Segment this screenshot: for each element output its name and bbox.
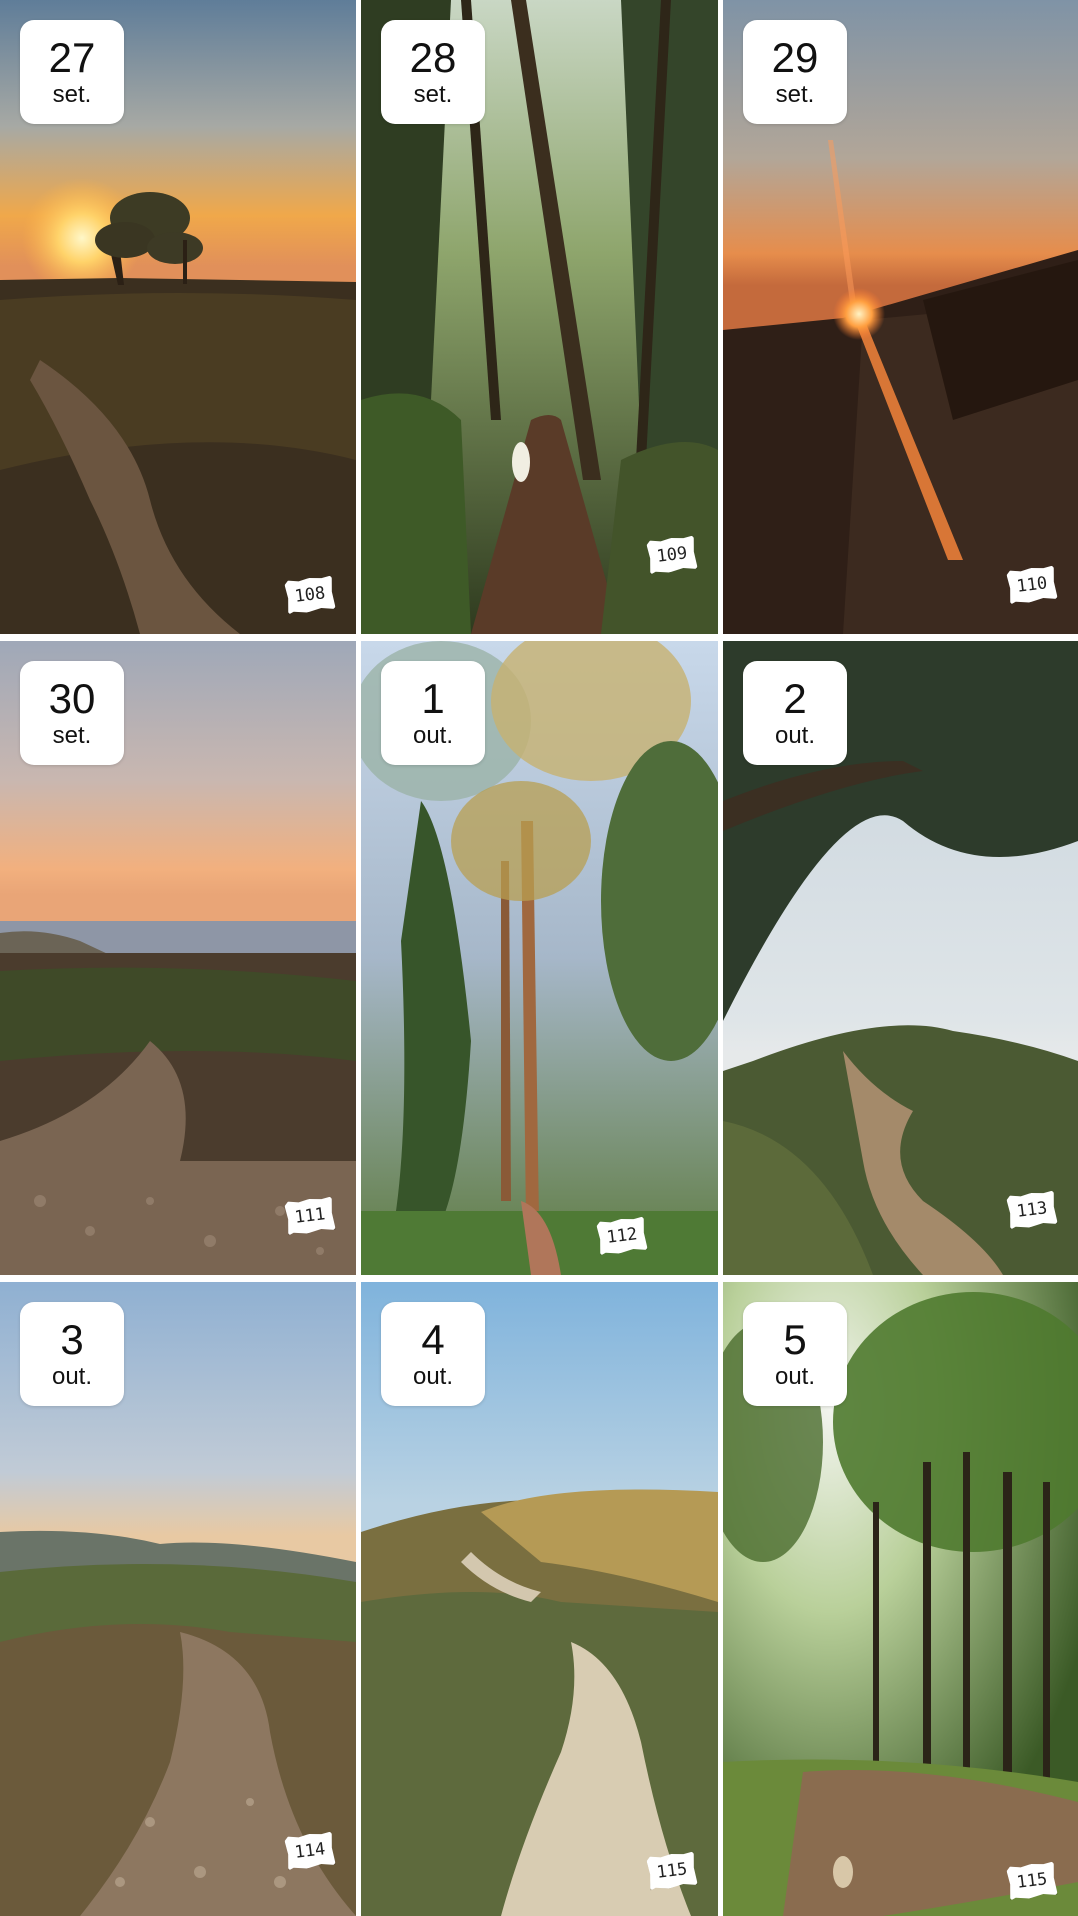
photo-tile[interactable]: 4 out. 115 [361, 1282, 718, 1916]
photo-tile[interactable]: 1 out. 112 [361, 641, 718, 1275]
date-month: set. [775, 81, 815, 108]
date-month: set. [52, 722, 92, 749]
date-day: 29 [771, 34, 819, 81]
date-badge: 28 set. [381, 20, 485, 124]
photo-tile[interactable]: 28 set. 109 [361, 0, 718, 634]
photo-tile[interactable]: 29 set. 110 [723, 0, 1078, 634]
date-month: set. [413, 81, 453, 108]
date-badge: 29 set. [743, 20, 847, 124]
date-badge: 3 out. [20, 1302, 124, 1406]
date-day: 1 [421, 675, 445, 722]
photo-tile[interactable]: 30 set. 111 [0, 641, 356, 1275]
date-day: 5 [783, 1316, 807, 1363]
date-month: out. [412, 722, 454, 749]
photo-tile[interactable]: 5 out. 115 [723, 1282, 1078, 1916]
date-badge: 2 out. [743, 661, 847, 765]
date-badge: 1 out. [381, 661, 485, 765]
photo-tile[interactable]: 2 out. 113 [723, 641, 1078, 1275]
date-badge: 30 set. [20, 661, 124, 765]
date-day: 27 [48, 34, 96, 81]
date-badge: 4 out. [381, 1302, 485, 1406]
date-month: set. [52, 81, 92, 108]
photo-tile[interactable]: 27 set. 108 [0, 0, 356, 634]
date-day: 2 [783, 675, 807, 722]
date-month: out. [51, 1363, 93, 1390]
date-day: 4 [421, 1316, 445, 1363]
date-badge: 5 out. [743, 1302, 847, 1406]
photo-grid: 27 set. 108 28 set. 109 29 set. 110 30 s… [0, 0, 1078, 1916]
photo-tile[interactable]: 3 out. 114 [0, 1282, 356, 1916]
date-day: 28 [409, 34, 457, 81]
date-day: 3 [60, 1316, 84, 1363]
date-month: out. [774, 1363, 816, 1390]
date-day: 30 [48, 675, 96, 722]
date-badge: 27 set. [20, 20, 124, 124]
date-month: out. [774, 722, 816, 749]
date-month: out. [412, 1363, 454, 1390]
